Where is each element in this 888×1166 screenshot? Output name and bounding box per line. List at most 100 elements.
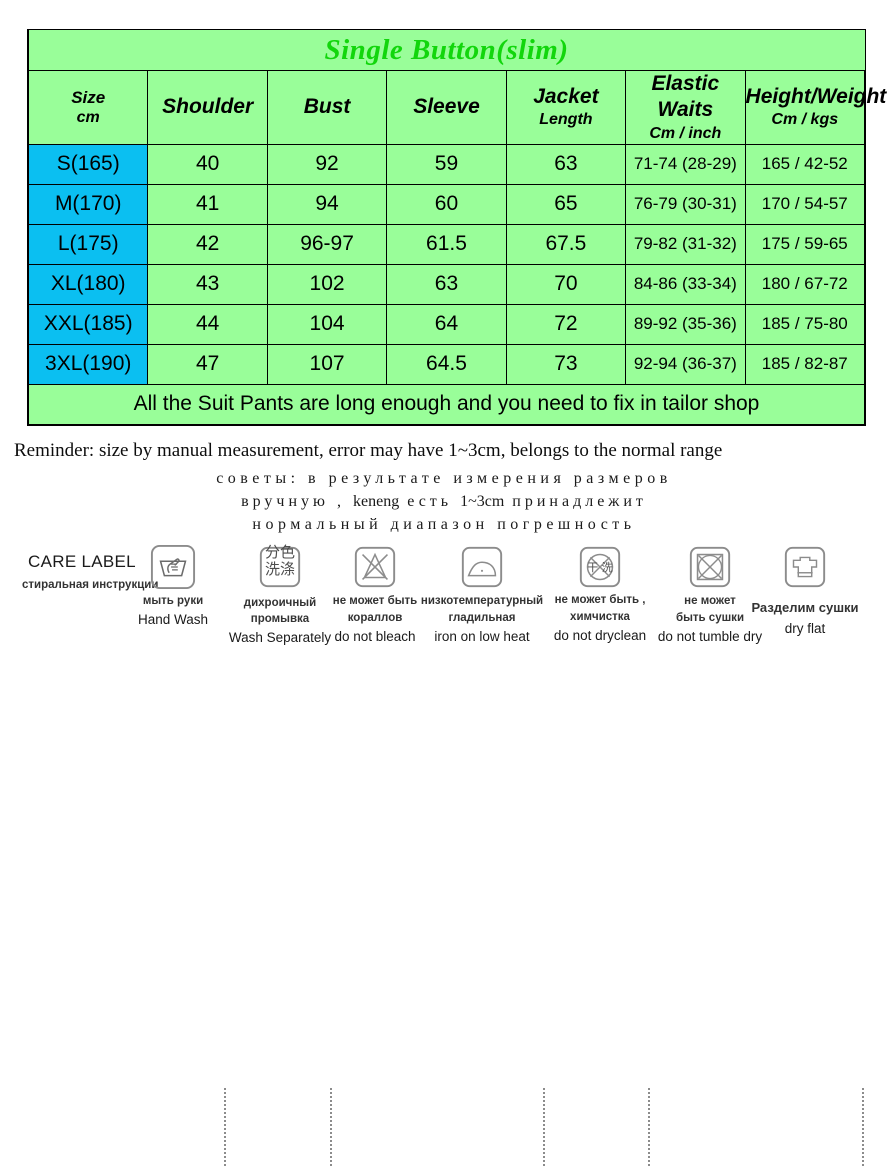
- cell-size: M(170): [27, 183, 149, 225]
- cell-height-weight: 175 / 59-65: [744, 223, 866, 265]
- cell-height-weight: 185 / 75-80: [744, 303, 866, 345]
- cell-size: 3XL(190): [27, 343, 149, 385]
- care-label-strip: CARE LABEL стиральная инструкции мыть ру…: [0, 540, 888, 1166]
- care-item-hand-wash: мыть руки Hand Wash: [113, 544, 233, 628]
- header-label: Size: [71, 87, 106, 107]
- cell-shoulder: 41: [147, 183, 268, 225]
- care-separator: [862, 1088, 864, 1166]
- table-row: XL(180) 43 102 63 70 84-86 (33-34) 180 /…: [27, 263, 866, 305]
- russian-note-line-1: советы: в результате измерения размеров: [216, 470, 672, 487]
- brand-name: keneng: [352, 493, 400, 510]
- header-sublabel: Cm / kgs: [771, 111, 839, 129]
- cell-height-weight: 180 / 67-72: [744, 263, 866, 305]
- russian-note-line-2-d: принадлежит: [512, 493, 647, 510]
- dry-flat-icon: [784, 546, 826, 588]
- do-not-dryclean-cjk: 干 洗: [587, 561, 613, 574]
- table-row: L(175) 42 96-97 61.5 67.5 79-82 (31-32) …: [27, 223, 866, 265]
- care-item-en: dry flat: [784, 621, 826, 636]
- column-header-shoulder: Shoulder: [147, 70, 268, 145]
- iron-low-heat-icon: [461, 546, 503, 588]
- table-header-row: Size cm Shoulder Bust Sleeve Jacket Leng…: [27, 70, 886, 145]
- care-item-ru-1: Разделим сушки: [751, 600, 859, 615]
- cell-height-weight: 170 / 54-57: [744, 183, 866, 225]
- cell-size: XXL(185): [27, 303, 149, 345]
- do-not-tumble-dry-icon: [689, 546, 731, 588]
- cell-sleeve: 63: [386, 263, 507, 305]
- header-sublabel: cm: [76, 108, 100, 126]
- cell-shoulder: 40: [147, 143, 268, 185]
- russian-note-line-2-a: вручную ,: [241, 493, 345, 510]
- tolerance-value: 1~3cm: [460, 493, 505, 510]
- cell-jacket-length: 65: [505, 183, 627, 225]
- column-header-jacket-length: Jacket Length: [505, 70, 627, 145]
- cell-bust: 92: [266, 143, 388, 185]
- table-row: XXL(185) 44 104 64 72 89-92 (35-36) 185 …: [27, 303, 866, 345]
- cell-bust: 94: [266, 183, 388, 225]
- cell-jacket-length: 70: [505, 263, 627, 305]
- care-item-en: do not dryclean: [553, 628, 647, 643]
- footer-note-row: All the Suit Pants are long enough and y…: [28, 383, 865, 425]
- title-cell: Single Button(slim): [28, 30, 865, 71]
- table-row: 3XL(190) 47 107 64.5 73 92-94 (36-37) 18…: [27, 343, 866, 385]
- cell-jacket-length: 63: [505, 143, 627, 185]
- cell-shoulder: 43: [147, 263, 268, 305]
- cell-jacket-length: 67.5: [505, 223, 627, 265]
- size-chart-table: Single Button(slim) Size cm Shoulder Bus…: [27, 29, 886, 426]
- header-label: Elastic Waits: [651, 72, 720, 122]
- cell-sleeve: 64.5: [386, 343, 507, 385]
- care-item-en: iron on low heat: [434, 629, 530, 644]
- cell-bust: 102: [266, 263, 388, 305]
- cell-jacket-length: 72: [505, 303, 627, 345]
- care-item-ru-1: низкотемпературный: [420, 595, 544, 607]
- header-sublabel: Length: [539, 111, 593, 129]
- table-row: M(170) 41 94 60 65 76-79 (30-31) 170 / 5…: [27, 183, 866, 225]
- cell-elastic-waist: 76-79 (30-31): [625, 183, 746, 225]
- column-header-height-weight: Height/Weight Cm / kgs: [744, 70, 886, 145]
- table-row: S(165) 40 92 59 63 71-74 (28-29) 165 / 4…: [27, 143, 866, 185]
- column-header-size: Size cm: [27, 70, 149, 145]
- size-table: Single Button(slim) Size cm Shoulder Bus…: [27, 30, 886, 425]
- cell-jacket-length: 73: [505, 343, 627, 385]
- care-item-ru-1: не может быть ,: [554, 594, 646, 606]
- russian-note: советы: в результате измерения размеров …: [0, 467, 888, 536]
- cell-sleeve: 59: [386, 143, 507, 185]
- header-label: Height/Weight: [745, 85, 887, 109]
- header-label: Shoulder: [162, 95, 254, 119]
- header-label: Jacket: [533, 85, 599, 109]
- reminder-text: Reminder: size by manual measurement, er…: [14, 440, 723, 461]
- title-row: Single Button(slim): [28, 30, 865, 71]
- column-header-elastic-waist: Elastic Waits Cm / inch: [625, 70, 746, 145]
- cell-shoulder: 42: [147, 223, 268, 265]
- cell-bust: 104: [266, 303, 388, 345]
- care-item-do-not-dryclean: 干 洗 не может быть , химчистка do not dry…: [540, 544, 660, 644]
- care-item-dry-flat: Разделим сушки dry flat: [745, 544, 865, 637]
- care-item-ru-1: мыть руки: [142, 595, 204, 607]
- header-sublabel: Cm / inch: [649, 124, 722, 142]
- do-not-bleach-icon: [354, 546, 396, 588]
- care-separator: [224, 1088, 226, 1166]
- care-item-ru-2: гладильная: [448, 612, 516, 624]
- cell-elastic-waist: 84-86 (33-34): [625, 263, 746, 305]
- care-separator: [543, 1088, 545, 1166]
- column-header-sleeve: Sleeve: [386, 70, 507, 145]
- cell-elastic-waist: 92-94 (36-37): [625, 343, 746, 385]
- cell-shoulder: 44: [147, 303, 268, 345]
- cell-sleeve: 64: [386, 303, 507, 345]
- header-label: Bust: [303, 95, 351, 119]
- header-label: Sleeve: [413, 95, 480, 119]
- cell-size: L(175): [27, 223, 149, 265]
- cell-sleeve: 61.5: [386, 223, 507, 265]
- column-header-bust: Bust: [266, 70, 388, 145]
- cell-elastic-waist: 79-82 (31-32): [625, 223, 746, 265]
- cell-height-weight: 185 / 82-87: [744, 343, 866, 385]
- cell-shoulder: 47: [147, 343, 268, 385]
- cell-bust: 96-97: [266, 223, 388, 265]
- care-item-ru-2: химчистка: [570, 611, 630, 623]
- cell-bust: 107: [266, 343, 388, 385]
- care-separator: [648, 1088, 650, 1166]
- page-title: Single Button(slim): [324, 34, 569, 66]
- care-separator: [330, 1088, 332, 1166]
- hand-wash-icon: [150, 544, 196, 590]
- cell-elastic-waist: 89-92 (35-36): [625, 303, 746, 345]
- russian-note-line-3: нормальный диапазон погрешность: [252, 516, 636, 533]
